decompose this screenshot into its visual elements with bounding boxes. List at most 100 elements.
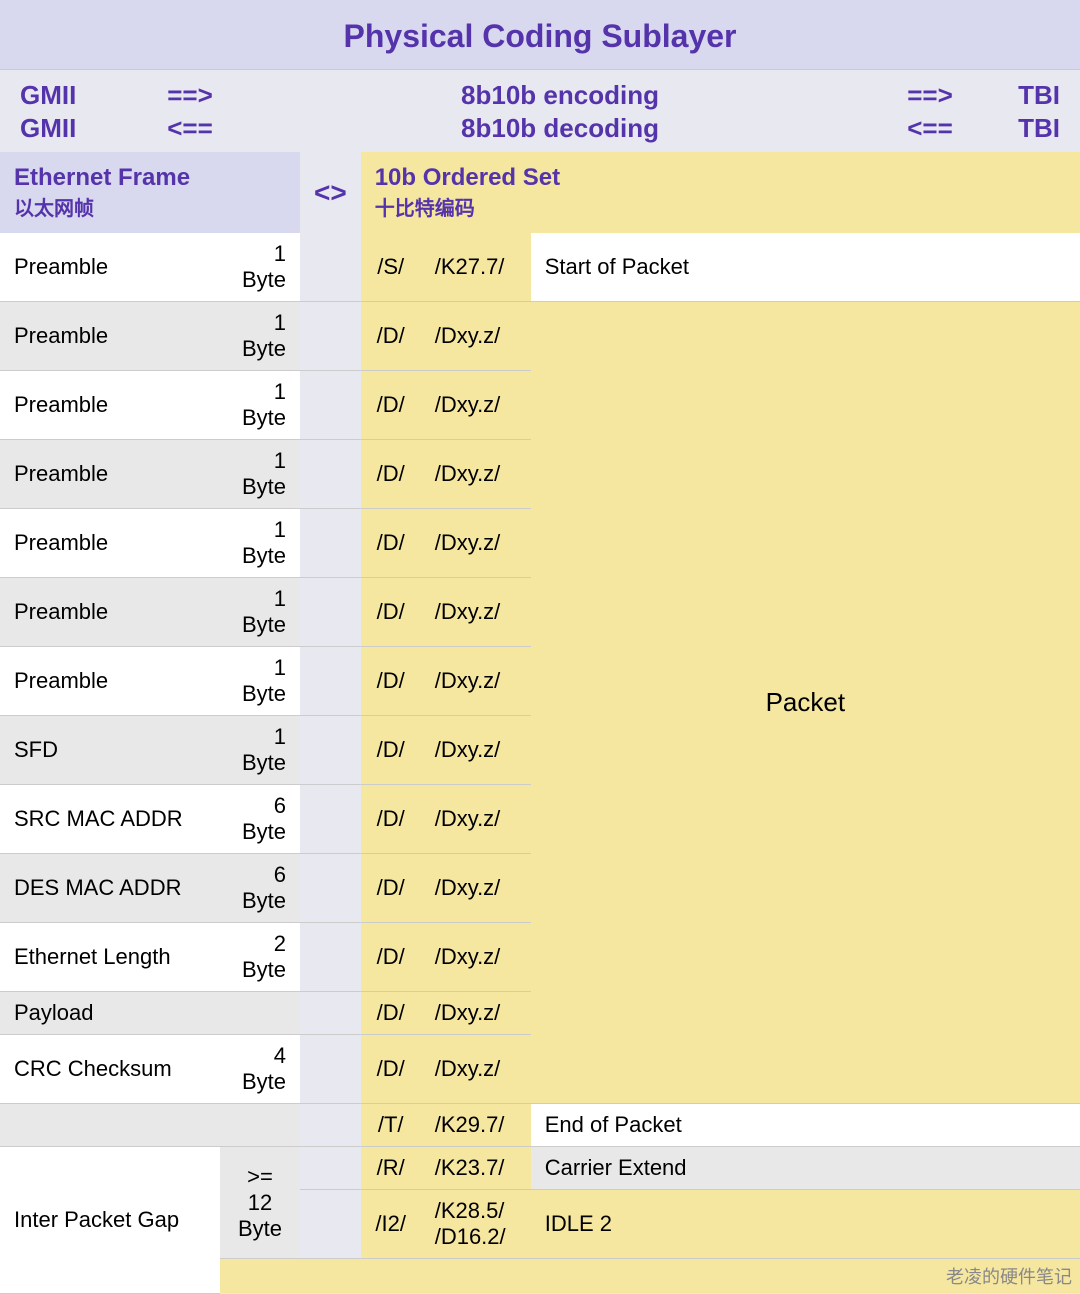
row-arrow	[300, 440, 361, 509]
ipg-bytes: 12 Byte	[238, 1190, 282, 1241]
table-row: Preamble1 Byte/S//K27.7/Start of Packet	[0, 233, 1080, 302]
row-code1: /D/	[361, 923, 421, 992]
gmii-label-1: GMII	[20, 80, 140, 111]
carrier-code1: /R/	[361, 1147, 421, 1190]
row-arrow	[300, 854, 361, 923]
carrier-row: Inter Packet Gap>=12 Byte/R//K23.7/Carri…	[0, 1147, 1080, 1190]
eop-code1: /T/	[361, 1104, 421, 1147]
row-field-size: 6 Byte	[220, 785, 300, 854]
row-field-name: Preamble	[0, 509, 220, 578]
row-field-size: 2 Byte	[220, 923, 300, 992]
row-field-size: 1 Byte	[220, 233, 300, 302]
row-field-size: 1 Byte	[220, 371, 300, 440]
row-field-name: Preamble	[0, 647, 220, 716]
row-arrow	[300, 1035, 361, 1104]
row-code1: /D/	[361, 371, 421, 440]
main-table: Ethernet Frame 以太网帧 <> 10b Ordered Set 十…	[0, 152, 1080, 1294]
row-code2: /Dxy.z/	[421, 992, 531, 1035]
arrow2-2: <==	[880, 113, 980, 144]
row-code1: /D/	[361, 1035, 421, 1104]
row-field-size: 1 Byte	[220, 716, 300, 785]
row-field-name: Preamble	[0, 578, 220, 647]
row-code2: /Dxy.z/	[421, 716, 531, 785]
arrow-1: ==>	[140, 80, 240, 111]
code-label: 10b Ordered Set	[375, 164, 560, 191]
header-arrow: <>	[300, 152, 361, 233]
gmii-label-2: GMII	[20, 113, 140, 144]
table-header: Ethernet Frame 以太网帧 <> 10b Ordered Set 十…	[0, 152, 1080, 233]
row-field-size: 6 Byte	[220, 854, 300, 923]
row-field-size	[220, 992, 300, 1035]
idle-k285: /K28.5/	[435, 1198, 505, 1223]
eth-label: Ethernet Frame	[14, 164, 190, 191]
row-code2: /Dxy.z/	[421, 1035, 531, 1104]
row-code1: /S/	[361, 233, 421, 302]
carrier-arrow	[300, 1147, 361, 1190]
row-code2: /Dxy.z/	[421, 509, 531, 578]
row-code2: /Dxy.z/	[421, 440, 531, 509]
row-code1: /D/	[361, 578, 421, 647]
row-field-name: Preamble	[0, 302, 220, 371]
ipg-gte: >=	[247, 1164, 273, 1189]
row-code1: /D/	[361, 785, 421, 854]
row-arrow	[300, 647, 361, 716]
arrow-2: <==	[140, 113, 240, 144]
row-field-name: Payload	[0, 992, 220, 1035]
row-code1: /D/	[361, 992, 421, 1035]
eop-size	[220, 1104, 300, 1147]
encoding-row-1: GMII ==> 8b10b encoding ==> TBI	[20, 80, 1060, 111]
row-field-size: 1 Byte	[220, 302, 300, 371]
idle-d162: /D16.2/	[435, 1224, 506, 1249]
10b-header: 10b Ordered Set 十比特编码	[361, 152, 1080, 233]
arrow2-1: ==>	[880, 80, 980, 111]
row-field-size: 1 Byte	[220, 509, 300, 578]
outer-container: Physical Coding Sublayer GMII ==> 8b10b …	[0, 0, 1080, 1294]
start-of-packet-label: Start of Packet	[531, 233, 1080, 302]
eop-name	[0, 1104, 220, 1147]
page-title: Physical Coding Sublayer	[0, 0, 1080, 70]
idle-arrow	[300, 1190, 361, 1259]
row-field-name: CRC Checksum	[0, 1035, 220, 1104]
row-code1: /D/	[361, 647, 421, 716]
code-chinese: 十比特编码	[375, 192, 1066, 221]
eop-code2: /K29.7/	[421, 1104, 531, 1147]
row-arrow	[300, 785, 361, 854]
row-code1: /D/	[361, 509, 421, 578]
row-field-name: SFD	[0, 716, 220, 785]
ipg-name: Inter Packet Gap	[0, 1147, 220, 1294]
row-arrow	[300, 233, 361, 302]
row-arrow	[300, 578, 361, 647]
idle-code2: /K28.5//D16.2/	[421, 1190, 531, 1259]
encoding-section: GMII ==> 8b10b encoding ==> TBI GMII <==…	[0, 70, 1080, 152]
idle-label: IDLE 2	[531, 1190, 1080, 1259]
tbi-1: TBI	[980, 80, 1060, 111]
packet-label: Packet	[531, 302, 1080, 1104]
eop-row: /T/ /K29.7/ End of Packet	[0, 1104, 1080, 1147]
row-code2: /K27.7/	[421, 233, 531, 302]
table-row: Preamble1 Byte/D//Dxy.z/Packet	[0, 302, 1080, 371]
row-code2: /Dxy.z/	[421, 647, 531, 716]
row-field-name: Preamble	[0, 233, 220, 302]
row-arrow	[300, 371, 361, 440]
row-field-size: 1 Byte	[220, 647, 300, 716]
row-arrow	[300, 992, 361, 1035]
tbi-2: TBI	[980, 113, 1060, 144]
row-field-size: 4 Byte	[220, 1035, 300, 1104]
row-code2: /Dxy.z/	[421, 578, 531, 647]
row-field-size: 1 Byte	[220, 578, 300, 647]
row-code1: /D/	[361, 302, 421, 371]
carrier-code2: /K23.7/	[421, 1147, 531, 1190]
row-field-name: SRC MAC ADDR	[0, 785, 220, 854]
row-code2: /Dxy.z/	[421, 302, 531, 371]
end-of-packet-label: End of Packet	[531, 1104, 1080, 1147]
row-field-size: 1 Byte	[220, 440, 300, 509]
row-arrow	[300, 302, 361, 371]
row-code2: /Dxy.z/	[421, 854, 531, 923]
enc-label-1: 8b10b encoding	[240, 80, 880, 111]
ipg-size: >=12 Byte	[220, 1147, 300, 1259]
row-field-name: DES MAC ADDR	[0, 854, 220, 923]
row-code1: /D/	[361, 716, 421, 785]
row-arrow	[300, 716, 361, 785]
encoding-row-2: GMII <== 8b10b decoding <== TBI	[20, 113, 1060, 144]
row-code1: /D/	[361, 440, 421, 509]
